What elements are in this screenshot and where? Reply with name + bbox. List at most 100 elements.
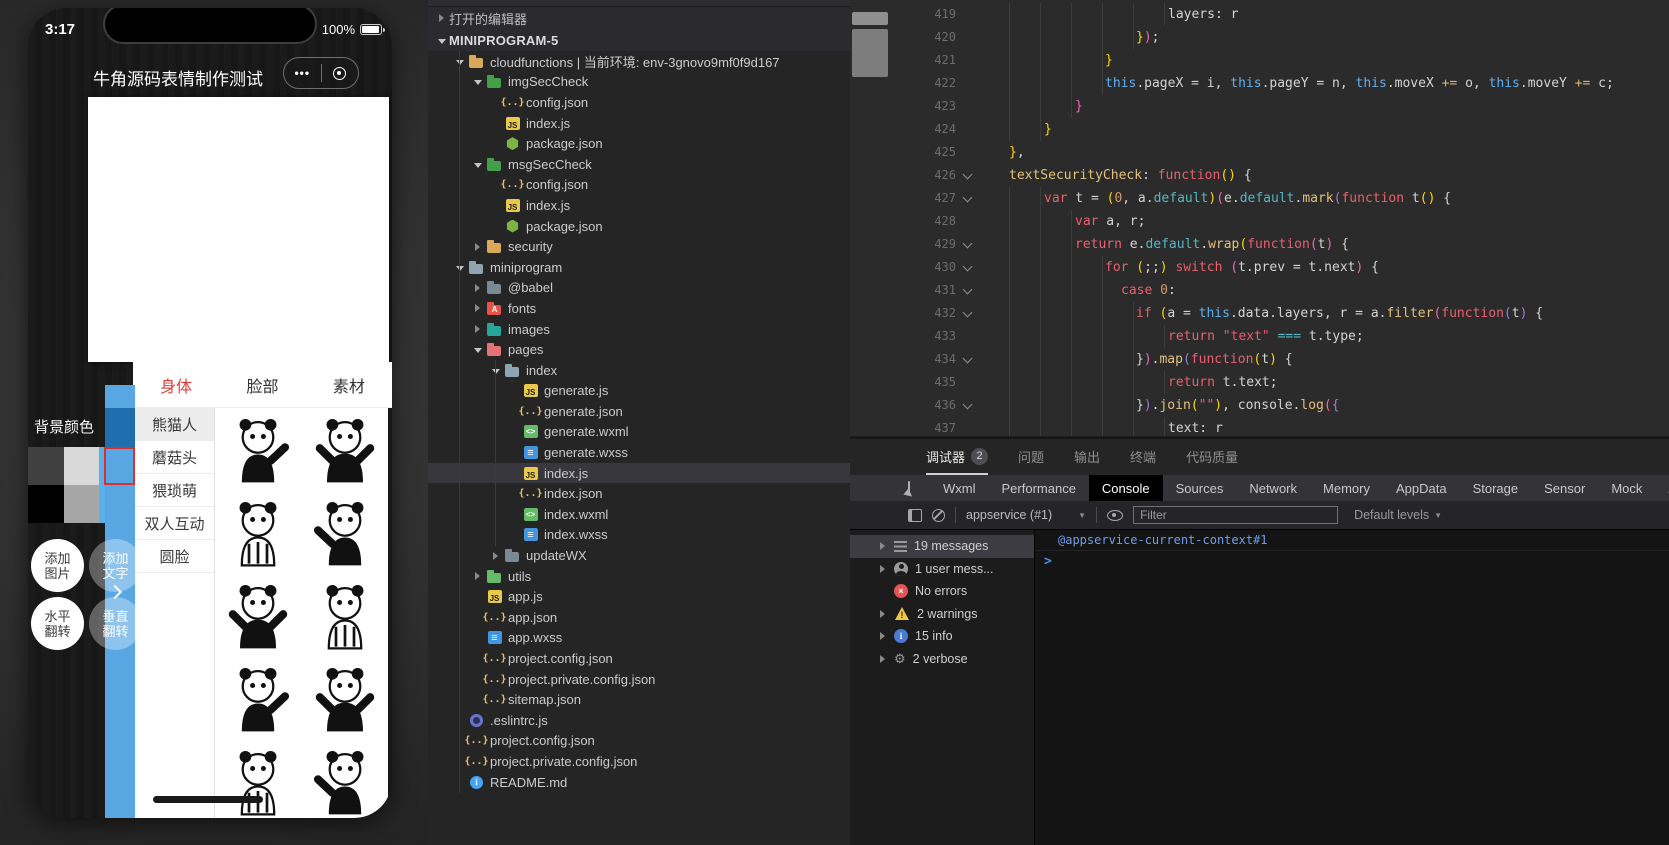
color-swatch[interactable] xyxy=(28,447,64,485)
tree-item[interactable]: package.json xyxy=(428,216,850,237)
tree-item[interactable]: app.wxss xyxy=(428,628,850,649)
code-line[interactable]: 424} xyxy=(850,118,1669,141)
code-line[interactable]: 423} xyxy=(850,95,1669,118)
panda-sticker[interactable] xyxy=(222,663,294,735)
devtools-tab-mock[interactable]: Mock xyxy=(1598,475,1655,501)
code-line[interactable]: 435 return t.text; xyxy=(850,371,1669,394)
tree-item[interactable]: @babel xyxy=(428,278,850,299)
devtools-tab-network[interactable]: Network xyxy=(1236,475,1310,501)
fold-icon[interactable] xyxy=(962,238,973,249)
action-button-水平翻转[interactable]: 水平 翻转 xyxy=(31,597,84,650)
console-context-link[interactable]: @appservice-current-context#1 xyxy=(1035,530,1669,551)
tree-item[interactable]: index.js xyxy=(428,195,850,216)
action-button-添加文字[interactable]: 添加 文字 xyxy=(89,539,142,592)
category-item[interactable]: 猥琐萌 xyxy=(135,474,214,507)
tree-item[interactable]: Afonts xyxy=(428,298,850,319)
tree-item[interactable]: .eslintrc.js xyxy=(428,710,850,731)
tree-item[interactable]: msgSecCheck xyxy=(428,154,850,175)
devtools-tab-wxml[interactable]: Wxml xyxy=(930,475,989,501)
code-line[interactable]: 436}).join(""), console.log({ xyxy=(850,394,1669,417)
tree-item[interactable]: {..} sitemap.json xyxy=(428,689,850,710)
clear-console-icon[interactable] xyxy=(932,508,945,522)
devtools-tab-storage[interactable]: Storage xyxy=(1460,475,1532,501)
panda-sticker[interactable] xyxy=(309,497,381,569)
execution-context-dropdown[interactable]: appservice (#1) ▼ xyxy=(966,508,1086,522)
filter-input[interactable] xyxy=(1133,506,1339,524)
sim-tab[interactable]: 身体 xyxy=(133,373,219,397)
tree-item[interactable]: pages xyxy=(428,339,850,360)
code-line[interactable]: 427 var t = (0, a.default)(e.default.mark… xyxy=(850,187,1669,210)
code-line[interactable]: 437 text: r xyxy=(850,417,1669,436)
debugger-tab[interactable]: 调试器 2 xyxy=(926,439,989,475)
category-item[interactable]: 双人互动 xyxy=(135,507,214,540)
code-line[interactable]: 431 case 0: xyxy=(850,279,1669,302)
fold-icon[interactable] xyxy=(962,192,973,203)
console-filter-row[interactable]: × No errors xyxy=(850,580,1034,603)
sticker-canvas[interactable] xyxy=(88,97,389,362)
tree-item[interactable]: index.js xyxy=(428,462,850,484)
category-item[interactable]: 熊猫人 xyxy=(135,408,214,441)
panda-sticker[interactable] xyxy=(309,414,381,486)
tree-item[interactable]: {..} project.private.config.json xyxy=(428,669,850,690)
code-line[interactable]: 425}, xyxy=(850,141,1669,164)
console-filter-row[interactable]: i 15 info xyxy=(850,625,1034,648)
code-line[interactable]: 433 return "text" === t.type; xyxy=(850,325,1669,348)
code-line[interactable]: 421} xyxy=(850,49,1669,72)
sidebar-toggle-icon[interactable] xyxy=(908,508,922,522)
tree-item[interactable]: {..} config.json xyxy=(428,175,850,196)
more-button[interactable]: ••• xyxy=(284,58,321,88)
code-line[interactable]: 430 for (;;) switch (t.prev = t.next) { xyxy=(850,256,1669,279)
code-editor[interactable]: 419 layers: r 420}); 421} 422 this.pageX = i,… xyxy=(850,0,1669,436)
tree-item[interactable]: {..} app.json xyxy=(428,607,850,628)
tree-item[interactable]: images xyxy=(428,319,850,340)
tree-item[interactable]: miniprogram xyxy=(428,257,850,278)
inspect-element-icon[interactable] xyxy=(908,481,910,495)
log-levels-dropdown[interactable]: Default levels ▼ xyxy=(1354,508,1442,522)
devtools-tab-performance[interactable]: Performance xyxy=(989,475,1089,501)
debugger-tab[interactable]: 问题 xyxy=(1018,439,1044,475)
code-line[interactable]: 419 layers: r xyxy=(850,3,1669,26)
tree-item[interactable]: index.wxss xyxy=(428,525,850,546)
code-line[interactable]: 420}); xyxy=(850,26,1669,49)
tree-item[interactable]: app.js xyxy=(428,586,850,607)
tree-item[interactable]: generate.js xyxy=(428,381,850,402)
live-expression-eye-icon[interactable] xyxy=(1107,509,1124,521)
debugger-tab[interactable]: 代码质量 xyxy=(1186,439,1238,475)
action-button-垂直翻转[interactable]: 垂直 翻转 xyxy=(89,597,142,650)
category-item[interactable]: 蘑菇头 xyxy=(135,441,214,474)
fold-icon[interactable] xyxy=(962,399,973,410)
tree-item[interactable]: imgSecCheck xyxy=(428,72,850,93)
panda-sticker[interactable] xyxy=(309,580,381,652)
tree-item[interactable]: README.md xyxy=(428,772,850,793)
tree-item[interactable]: {..} project.config.json xyxy=(428,731,850,752)
tree-item[interactable]: index xyxy=(428,360,850,381)
devtools-tab-audits[interactable]: Audits xyxy=(1655,475,1669,501)
fold-icon[interactable] xyxy=(962,353,973,364)
code-line[interactable]: 429 return e.default.wrap(function(t) { xyxy=(850,233,1669,256)
debugger-tab[interactable]: 终端 xyxy=(1130,439,1156,475)
console-content[interactable]: @appservice-current-context#1 > xyxy=(1035,530,1669,845)
console-filter-row[interactable]: 2 warnings xyxy=(850,603,1034,626)
panda-sticker[interactable] xyxy=(309,663,381,735)
action-button-添加图片[interactable]: 添加 图片 xyxy=(31,539,84,592)
panda-sticker[interactable] xyxy=(222,746,294,818)
panda-sticker[interactable] xyxy=(222,580,294,652)
tree-item[interactable]: {..} generate.json xyxy=(428,401,850,422)
sim-tab[interactable]: 脸部 xyxy=(219,373,305,397)
code-line[interactable]: 432 if (a = this.data.layers, r = a.filte… xyxy=(850,302,1669,325)
code-line[interactable]: 422 this.pageX = i, this.pageY = n, this.… xyxy=(850,72,1669,95)
fold-icon[interactable] xyxy=(962,307,973,318)
tree-item[interactable]: generate.wxss xyxy=(428,442,850,463)
devtools-tab-appdata[interactable]: AppData xyxy=(1383,475,1460,501)
devtools-tab-console[interactable]: Console xyxy=(1088,475,1163,501)
console-filter-row[interactable]: 19 messages xyxy=(850,535,1034,558)
devtools-tab-sensor[interactable]: Sensor xyxy=(1531,475,1598,501)
debugger-tab[interactable]: 输出 xyxy=(1074,439,1100,475)
panda-sticker[interactable] xyxy=(309,746,381,818)
fold-icon[interactable] xyxy=(962,261,973,272)
explorer-section-open-editors[interactable]: 打开的编辑器 xyxy=(428,7,850,29)
tree-item[interactable]: index.wxml xyxy=(428,504,850,525)
tree-item[interactable]: index.js xyxy=(428,113,850,134)
tree-item[interactable]: utils xyxy=(428,566,850,587)
tree-item[interactable]: cloudfunctions | 当前环境: env-3gnovo9mf0f9d… xyxy=(428,51,850,72)
